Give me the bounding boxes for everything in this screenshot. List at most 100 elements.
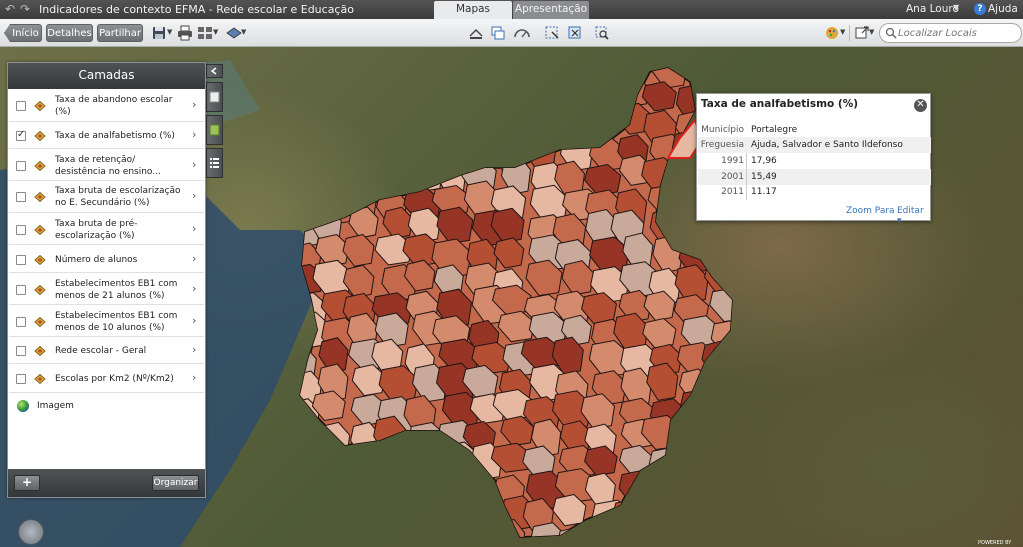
parish-polygon[interactable] (346, 154, 383, 187)
parish-polygon[interactable] (317, 442, 349, 475)
parish-polygon[interactable] (342, 520, 379, 547)
parish-polygon[interactable] (531, 109, 562, 144)
help-link[interactable]: Ajuda (988, 3, 1018, 15)
chevron-right-icon[interactable]: › (192, 282, 196, 295)
parish-polygon[interactable] (376, 111, 415, 147)
parish-polygon[interactable] (439, 470, 472, 504)
parish-polygon[interactable] (641, 525, 683, 547)
parish-polygon[interactable] (402, 52, 444, 91)
parish-polygon[interactable] (317, 76, 352, 111)
layer-checkbox[interactable] (16, 317, 26, 327)
edit-link[interactable]: Editar ▾ (897, 206, 930, 226)
parish-polygon[interactable] (377, 497, 410, 532)
parish-polygon[interactable] (287, 57, 318, 89)
chevron-right-icon[interactable]: › (192, 343, 196, 356)
parish-polygon[interactable] (556, 76, 590, 112)
chevron-right-icon[interactable]: › (192, 158, 196, 171)
parish-polygon[interactable] (648, 446, 687, 481)
parish-polygon[interactable] (471, 136, 507, 168)
parish-polygon[interactable] (316, 52, 358, 88)
parish-polygon[interactable] (286, 183, 326, 219)
tab-legend[interactable] (206, 82, 223, 112)
parish-polygon[interactable] (584, 78, 619, 117)
parish-polygon[interactable] (317, 106, 353, 143)
layer-item[interactable]: Estabelecimentos EB1 com menos de 21 alu… (9, 274, 204, 305)
parish-polygon[interactable] (462, 83, 501, 121)
collapse-panel-button[interactable] (206, 64, 223, 78)
parish-polygon[interactable] (403, 131, 437, 170)
parish-polygon[interactable] (705, 440, 735, 476)
zoom-to-link[interactable]: Zoom Para (846, 206, 895, 216)
parish-polygon[interactable] (346, 106, 379, 146)
search-box[interactable] (879, 23, 1022, 43)
parish-polygon[interactable] (370, 80, 408, 115)
parish-polygon[interactable] (282, 103, 314, 137)
add-layer-button[interactable]: + (14, 475, 40, 491)
parish-polygon[interactable] (678, 474, 712, 515)
layer-checkbox[interactable] (16, 346, 26, 356)
tab-mapas[interactable]: Mapas (434, 1, 512, 19)
parish-polygon[interactable] (412, 81, 453, 117)
parish-polygon[interactable] (465, 103, 508, 139)
close-icon[interactable]: ✕ (914, 99, 927, 112)
parish-polygon[interactable] (382, 447, 424, 485)
chevron-down-icon[interactable]: ▼ (213, 28, 218, 36)
parish-polygon[interactable] (435, 61, 469, 95)
parish-polygon[interactable] (677, 501, 710, 537)
parish-polygon[interactable] (642, 468, 674, 503)
layer-item[interactable]: Estabelecimentos EB1 com menos de 10 alu… (9, 306, 204, 337)
parish-polygon[interactable] (585, 520, 621, 547)
tab-apresentacao[interactable]: Apresentação (513, 1, 589, 19)
chevron-right-icon[interactable]: › (192, 128, 196, 141)
redo-icon[interactable]: ↷ (20, 2, 30, 16)
chevron-down-icon[interactable]: ▼ (953, 3, 959, 12)
parish-polygon[interactable] (463, 519, 495, 547)
parish-polygon[interactable] (404, 497, 439, 533)
parish-polygon[interactable] (314, 157, 357, 197)
parish-polygon[interactable] (468, 54, 501, 94)
parish-polygon[interactable] (343, 59, 382, 90)
chevron-right-icon[interactable]: › (192, 371, 196, 384)
layer-checkbox[interactable] (16, 101, 26, 111)
parish-polygon[interactable] (591, 499, 634, 536)
save-icon[interactable] (150, 24, 168, 42)
layer-item[interactable]: Taxa de analfabetismo (%) › (9, 123, 204, 149)
layer-item[interactable]: Taxa bruta de pré-escolarização (%) › (9, 214, 204, 245)
layer-checkbox[interactable] (16, 255, 26, 265)
print-icon[interactable] (176, 24, 194, 42)
search-input[interactable] (898, 26, 1018, 40)
layer-checkbox[interactable] (16, 225, 26, 235)
parish-polygon[interactable] (562, 109, 595, 146)
parish-polygon[interactable] (493, 56, 528, 88)
tab-list[interactable] (206, 148, 223, 178)
parish-polygon[interactable] (341, 132, 375, 167)
parish-polygon[interactable] (441, 107, 484, 145)
chevron-right-icon[interactable]: › (192, 222, 196, 235)
basemap-item[interactable]: Imagem (9, 393, 204, 419)
parish-polygon[interactable] (612, 498, 650, 529)
basemap-icon[interactable] (196, 24, 214, 42)
gauge-icon[interactable] (513, 24, 531, 42)
parish-polygon[interactable] (342, 442, 376, 482)
parish-polygon[interactable] (434, 527, 466, 547)
layer-checkbox[interactable] (16, 374, 26, 384)
layer-item[interactable]: Taxa de retenção/ desistência no ensino.… (9, 150, 204, 181)
help-icon[interactable]: ? (974, 3, 986, 15)
share-button[interactable]: Partilhar (97, 24, 143, 42)
layer-checkbox[interactable] (16, 192, 26, 202)
parish-polygon[interactable] (403, 469, 437, 509)
search-icon[interactable] (885, 27, 897, 42)
parish-polygon[interactable] (674, 447, 711, 481)
parish-polygon[interactable] (707, 397, 740, 432)
organize-button[interactable]: Organizar (152, 475, 199, 491)
parish-polygon[interactable] (618, 470, 655, 506)
parish-polygon[interactable] (284, 132, 320, 166)
parish-polygon[interactable] (672, 416, 709, 450)
zoom-select-icon[interactable] (593, 24, 611, 42)
layer-item[interactable]: Taxa de abandono escolar (%) › (9, 90, 204, 122)
chevron-right-icon[interactable]: › (192, 98, 196, 111)
measure-icon[interactable] (467, 24, 485, 42)
parish-polygon[interactable] (403, 518, 441, 547)
tab-content[interactable] (206, 115, 223, 145)
parish-polygon[interactable] (345, 83, 385, 117)
